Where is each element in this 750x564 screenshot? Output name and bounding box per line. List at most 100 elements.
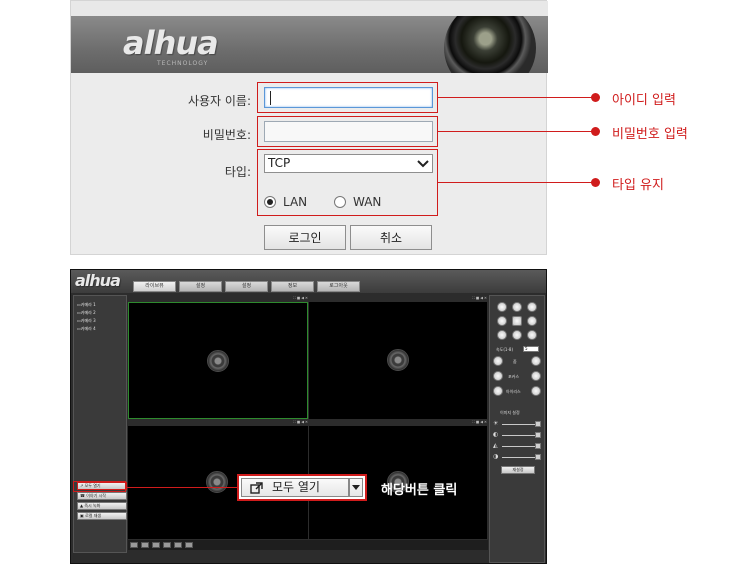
callout-line-password: [438, 131, 596, 132]
slider-track: [502, 446, 536, 447]
zoom-in-button[interactable]: [531, 356, 541, 366]
iris-minus-button[interactable]: [493, 386, 503, 396]
camera-icon: [206, 471, 228, 493]
camera-list-item[interactable]: ▭카메라 4: [77, 326, 96, 332]
layout-toolbar: [128, 540, 488, 550]
type-label: 타입:: [224, 165, 251, 179]
contrast-slider[interactable]: ◐: [493, 431, 541, 439]
ptz-right-button[interactable]: [527, 316, 537, 326]
camera-list-item[interactable]: ▭카메라 2: [77, 310, 96, 316]
callout-dot-type: [591, 178, 600, 187]
focus-label: 포커스: [508, 374, 520, 379]
ptz-panel: 속도(1-8) 5 줌 포커스 아이리스 이미지 설정 ☀ ◐ ◭ ◑ 재설정: [489, 295, 545, 563]
snapshot-icon[interactable]: [185, 542, 193, 548]
focus-plus-button[interactable]: [531, 371, 541, 381]
slider-plus[interactable]: [535, 432, 541, 438]
slider-plus[interactable]: [535, 421, 541, 427]
callout-dot-username: [591, 93, 600, 102]
highlight-password: [257, 116, 438, 147]
saturation-icon: ◭: [493, 442, 498, 449]
tab-liveview[interactable]: 라이브뷰: [133, 281, 176, 292]
cancel-button[interactable]: 취소: [350, 225, 432, 250]
layout-1-icon[interactable]: [130, 542, 138, 548]
hue-slider[interactable]: ◑: [493, 453, 541, 461]
open-all-zoom-callout: 모두 열기: [237, 474, 367, 501]
callout-line-type: [438, 182, 596, 183]
callout-type-text: 타입 유지: [612, 178, 664, 193]
tab-logout[interactable]: 로그아웃: [317, 281, 360, 292]
video-cell-2[interactable]: [309, 302, 487, 419]
login-banner: alhua TECHNOLOGY: [71, 16, 548, 73]
speed-select[interactable]: 5: [523, 346, 539, 352]
callout-click-text: 해당버튼 클릭: [381, 483, 458, 498]
tab-setup-1[interactable]: 설정: [179, 281, 222, 292]
live-top-bar: alhua 라이브뷰 설정 설정 정보 로그아웃: [71, 270, 546, 293]
cell-toolbar[interactable]: ⛶ ■ ◀ ✕: [128, 296, 308, 301]
focus-minus-button[interactable]: [493, 371, 503, 381]
open-all-button[interactable]: 모두 열기: [241, 478, 349, 497]
ptz-center-button[interactable]: [512, 316, 522, 326]
ptz-down-left-button[interactable]: [497, 330, 507, 340]
cell-toolbar[interactable]: ⛶ ■ ◀ ✕: [128, 420, 308, 425]
brand-subtitle: TECHNOLOGY: [157, 60, 209, 67]
local-playback-button[interactable]: ▣ 로컬 재생: [77, 512, 127, 520]
fullscreen-icon[interactable]: [174, 542, 182, 548]
camera-lens-image: [444, 16, 536, 73]
dropdown-arrow-icon: [352, 485, 360, 490]
callout-dot-password: [591, 127, 600, 136]
layout-9-icon[interactable]: [152, 542, 160, 548]
saturation-slider[interactable]: ◭: [493, 442, 541, 450]
callout-line-openall: [126, 487, 237, 488]
camera-list-panel: ▭카메라 1 ▭카메라 2 ▭카메라 3 ▭카메라 4 ↗ 모두 열기 ☎ 이야…: [73, 295, 127, 553]
camera-icon: [387, 349, 409, 371]
highlight-openall-small: [73, 481, 126, 492]
camera-icon: [207, 350, 229, 372]
brand-logo: alhua: [123, 24, 219, 62]
ptz-left-button[interactable]: [497, 316, 507, 326]
open-all-label: 모두 열기: [272, 480, 320, 494]
brightness-slider[interactable]: ☀: [493, 420, 541, 428]
highlight-username: [257, 82, 438, 113]
callout-username-text: 아이디 입력: [612, 93, 676, 108]
contrast-icon: ◐: [493, 431, 499, 438]
slider-track: [502, 457, 536, 458]
camera-list-item[interactable]: ▭카메라 1: [77, 302, 96, 308]
slider-plus[interactable]: [535, 443, 541, 449]
slider-track: [502, 435, 536, 436]
image-settings-title: 이미지 설정: [500, 410, 520, 415]
iris-label: 아이리스: [506, 389, 521, 394]
iris-plus-button[interactable]: [531, 386, 541, 396]
brightness-icon: ☀: [493, 420, 499, 427]
open-external-icon: [250, 482, 263, 494]
tab-info[interactable]: 정보: [271, 281, 314, 292]
ptz-down-button[interactable]: [512, 330, 522, 340]
password-label: 비밀번호:: [202, 128, 251, 142]
username-label: 사용자 이름:: [187, 94, 251, 108]
video-cell-1[interactable]: [128, 302, 308, 419]
live-view-panel: alhua 라이브뷰 설정 설정 정보 로그아웃 ▭카메라 1 ▭카메라 2 ▭…: [70, 269, 547, 564]
cell-toolbar[interactable]: ⛶ ■ ◀ ✕: [309, 296, 487, 301]
zoom-label: 줌: [513, 359, 517, 364]
live-brand-logo: alhua: [75, 271, 121, 290]
ptz-up-right-button[interactable]: [527, 302, 537, 312]
layout-4-icon[interactable]: [141, 542, 149, 548]
camera-list-item[interactable]: ▭카메라 3: [77, 318, 96, 324]
login-button[interactable]: 로그인: [264, 225, 346, 250]
login-top-strip: [71, 1, 548, 16]
ptz-up-left-button[interactable]: [497, 302, 507, 312]
cell-toolbar[interactable]: ⛶ ■ ◀ ✕: [309, 420, 487, 425]
callout-password-text: 비밀번호 입력: [612, 127, 688, 142]
slider-track: [502, 424, 536, 425]
ptz-down-right-button[interactable]: [527, 330, 537, 340]
talk-button[interactable]: ☎ 이야기 시작: [77, 492, 127, 500]
callout-line-username: [438, 97, 596, 98]
tab-setup-2[interactable]: 설정: [225, 281, 268, 292]
record-button[interactable]: ▲ 즉시 녹화: [77, 502, 127, 510]
ptz-up-button[interactable]: [512, 302, 522, 312]
open-all-dropdown[interactable]: [349, 478, 363, 497]
slider-plus[interactable]: [535, 454, 541, 460]
zoom-out-button[interactable]: [493, 356, 503, 366]
reset-button[interactable]: 재설정: [501, 466, 535, 474]
layout-16-icon[interactable]: [163, 542, 171, 548]
highlight-type: [257, 149, 438, 216]
